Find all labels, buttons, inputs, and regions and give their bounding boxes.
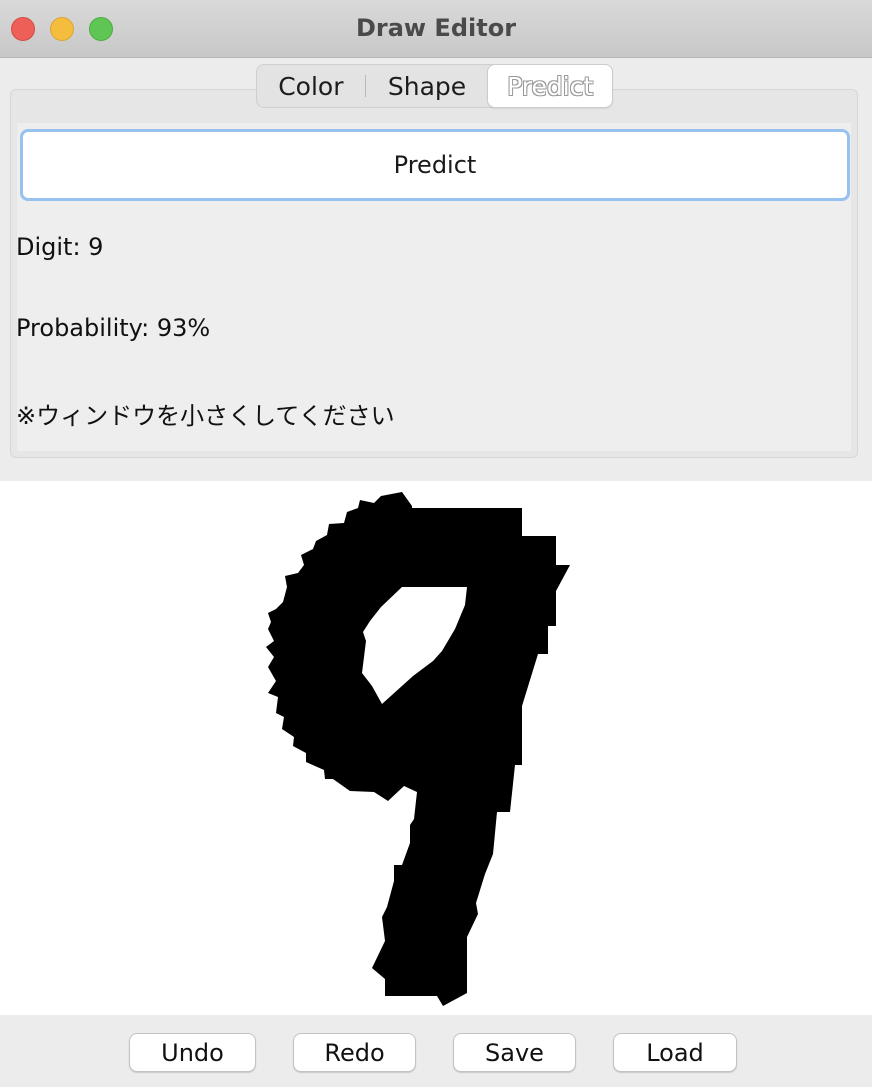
tab-color[interactable]: Color	[257, 65, 365, 107]
digit-result-label: Digit: 9	[16, 233, 104, 261]
tab-predict[interactable]: Predict	[488, 65, 613, 107]
tab-shape[interactable]: Shape	[366, 65, 489, 107]
resize-note-label: ※ウィンドウを小さくしてください	[16, 402, 395, 430]
tab-bar: Color Shape Predict	[256, 64, 613, 108]
probability-label: Probability: 93%	[16, 314, 211, 342]
window-title: Draw Editor	[355, 14, 517, 42]
drawing-canvas[interactable]	[0, 481, 872, 1015]
drawn-digit-image	[266, 492, 570, 1006]
undo-button[interactable]: Undo	[129, 1033, 256, 1072]
redo-button[interactable]: Redo	[293, 1033, 416, 1072]
predict-button[interactable]: Predict	[20, 129, 850, 201]
save-button[interactable]: Save	[453, 1033, 576, 1072]
load-button[interactable]: Load	[613, 1033, 737, 1072]
title-bar: Draw Editor	[0, 0, 872, 58]
